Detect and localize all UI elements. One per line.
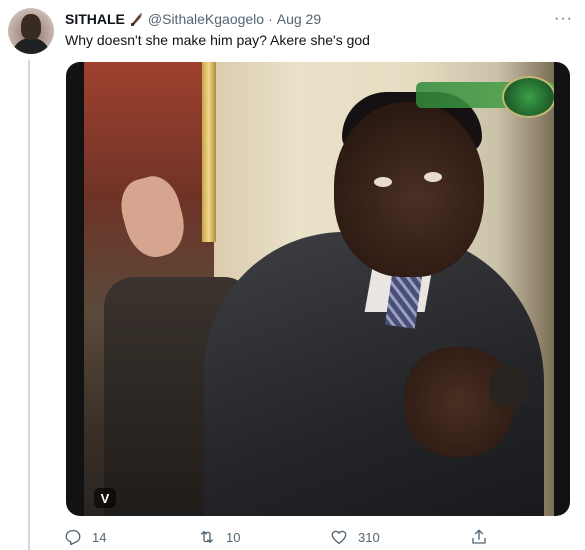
like-button[interactable]: 310 [330,528,380,546]
tweet-media[interactable] [66,62,570,516]
display-name[interactable]: SITHALE [65,11,125,27]
tweet-text: Why doesn't she make him pay? Akere she'… [65,32,370,48]
heart-icon [331,530,347,545]
avatar-shoulders [12,38,50,54]
retweet-button[interactable]: 10 [198,528,240,546]
tweet-actions: 14 10 310 [64,528,564,548]
scene-eye-left [374,177,392,187]
separator-dot: · [268,11,273,27]
scene-head [334,102,484,277]
reply-count: 14 [92,529,107,545]
tweet-date[interactable]: Aug 29 [277,11,321,27]
scene-cuff [489,367,529,407]
reply-button[interactable]: 14 [64,528,106,546]
more-options-icon[interactable]: ··· [554,10,573,28]
vine-badge-icon: V [94,488,116,508]
retweet-count: 10 [226,529,241,545]
scene-eye-right [424,172,442,182]
retweet-icon [201,531,213,543]
user-handle[interactable]: @SithaleKgaogelo [148,11,264,27]
channel-logo-icon [502,76,554,118]
like-count: 310 [358,529,380,545]
tweet-header: SITHALE @SithaleKgaogelo · Aug 29 ··· [65,9,573,29]
share-icon [472,529,486,544]
avatar-face [21,14,41,40]
share-button[interactable] [470,528,498,546]
scene-frame [202,62,216,242]
media-scene [84,62,554,516]
thread-line [28,60,30,550]
bottle-emoji-icon [128,11,144,27]
reply-icon [65,529,81,546]
avatar[interactable] [8,8,54,54]
